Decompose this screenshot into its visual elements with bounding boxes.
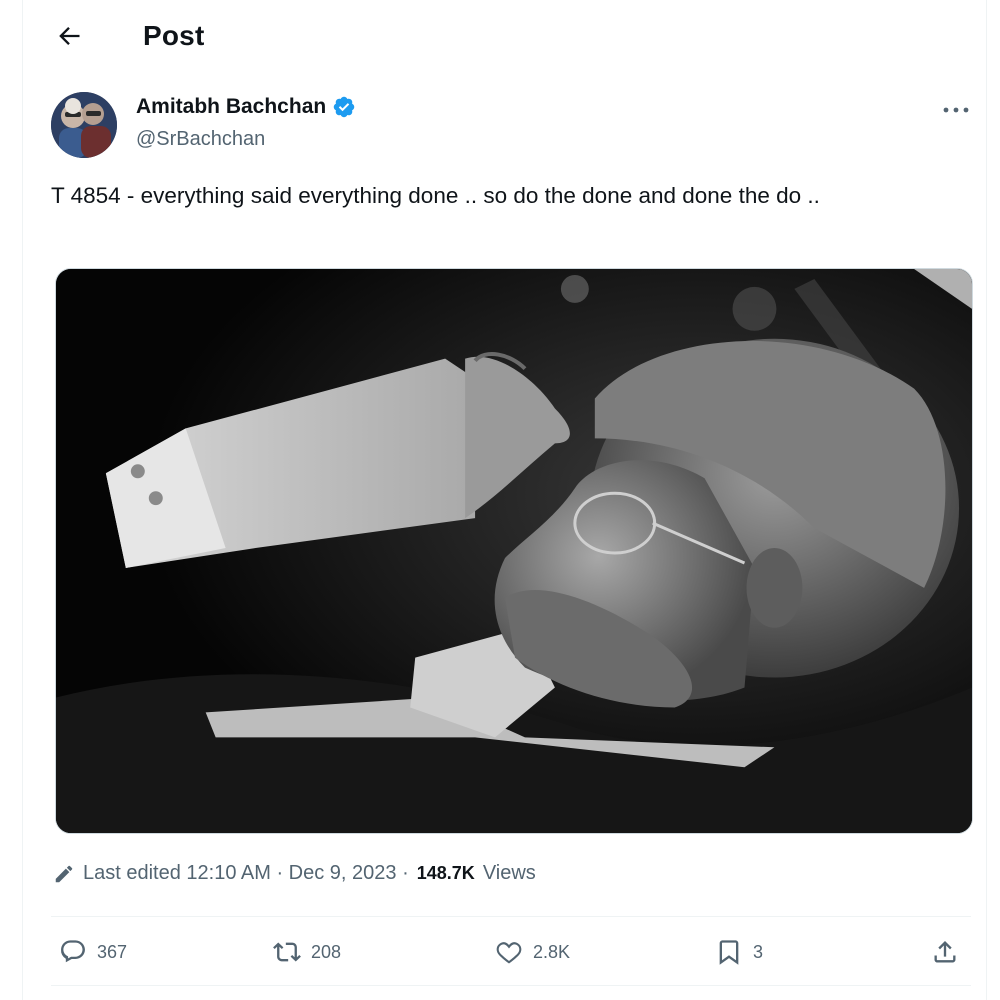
bookmark-count: 3 xyxy=(753,941,764,962)
views-label: Views xyxy=(482,862,536,884)
bookmark-icon xyxy=(719,940,739,965)
divider-bottom xyxy=(51,985,971,986)
verified-badge-icon xyxy=(332,95,356,119)
post-media[interactable] xyxy=(55,268,973,834)
share-icon xyxy=(934,941,956,963)
repost-icon xyxy=(273,942,301,962)
bookmark-button[interactable]: 3 xyxy=(715,928,763,976)
author-display-name[interactable]: Amitabh Bachchan xyxy=(136,95,326,119)
pencil-icon xyxy=(55,865,73,882)
avatar[interactable] xyxy=(51,92,117,158)
post-text: T 4854 - everything said everything done… xyxy=(51,183,820,208)
reply-button[interactable]: 367 xyxy=(59,928,127,976)
author-name-row: Amitabh Bachchan xyxy=(136,95,356,119)
heart-icon xyxy=(496,942,522,964)
post-photo xyxy=(56,269,972,833)
more-horizontal-icon xyxy=(943,107,969,113)
back-button[interactable] xyxy=(51,18,87,54)
divider xyxy=(51,916,971,917)
page-title: Post xyxy=(143,20,205,51)
share-button[interactable] xyxy=(931,928,959,976)
reply-icon xyxy=(61,940,85,963)
post-detail-column: Post Amitabh Bachchan @SrBachchan T 4854… xyxy=(22,0,987,1000)
reply-count: 367 xyxy=(97,941,128,962)
repost-button[interactable]: 208 xyxy=(273,928,341,976)
repost-count: 208 xyxy=(311,941,342,962)
more-options-button[interactable] xyxy=(938,96,974,124)
author-handle[interactable]: @SrBachchan xyxy=(136,128,265,151)
like-count: 2.8K xyxy=(533,941,571,962)
views-count: 148.7K xyxy=(416,863,475,883)
like-button[interactable]: 2.8K xyxy=(495,928,570,976)
edited-timestamp[interactable]: Last edited 12:10 AM · Dec 9, 2023 · xyxy=(83,862,409,885)
arrow-left-icon xyxy=(59,27,80,45)
action-bar: 367 208 2.8K 3 xyxy=(23,928,986,976)
post-meta: Last edited 12:10 AM · Dec 9, 2023 · 148… xyxy=(53,862,536,885)
avatar-image xyxy=(51,92,117,158)
top-bar: Post xyxy=(23,0,986,72)
